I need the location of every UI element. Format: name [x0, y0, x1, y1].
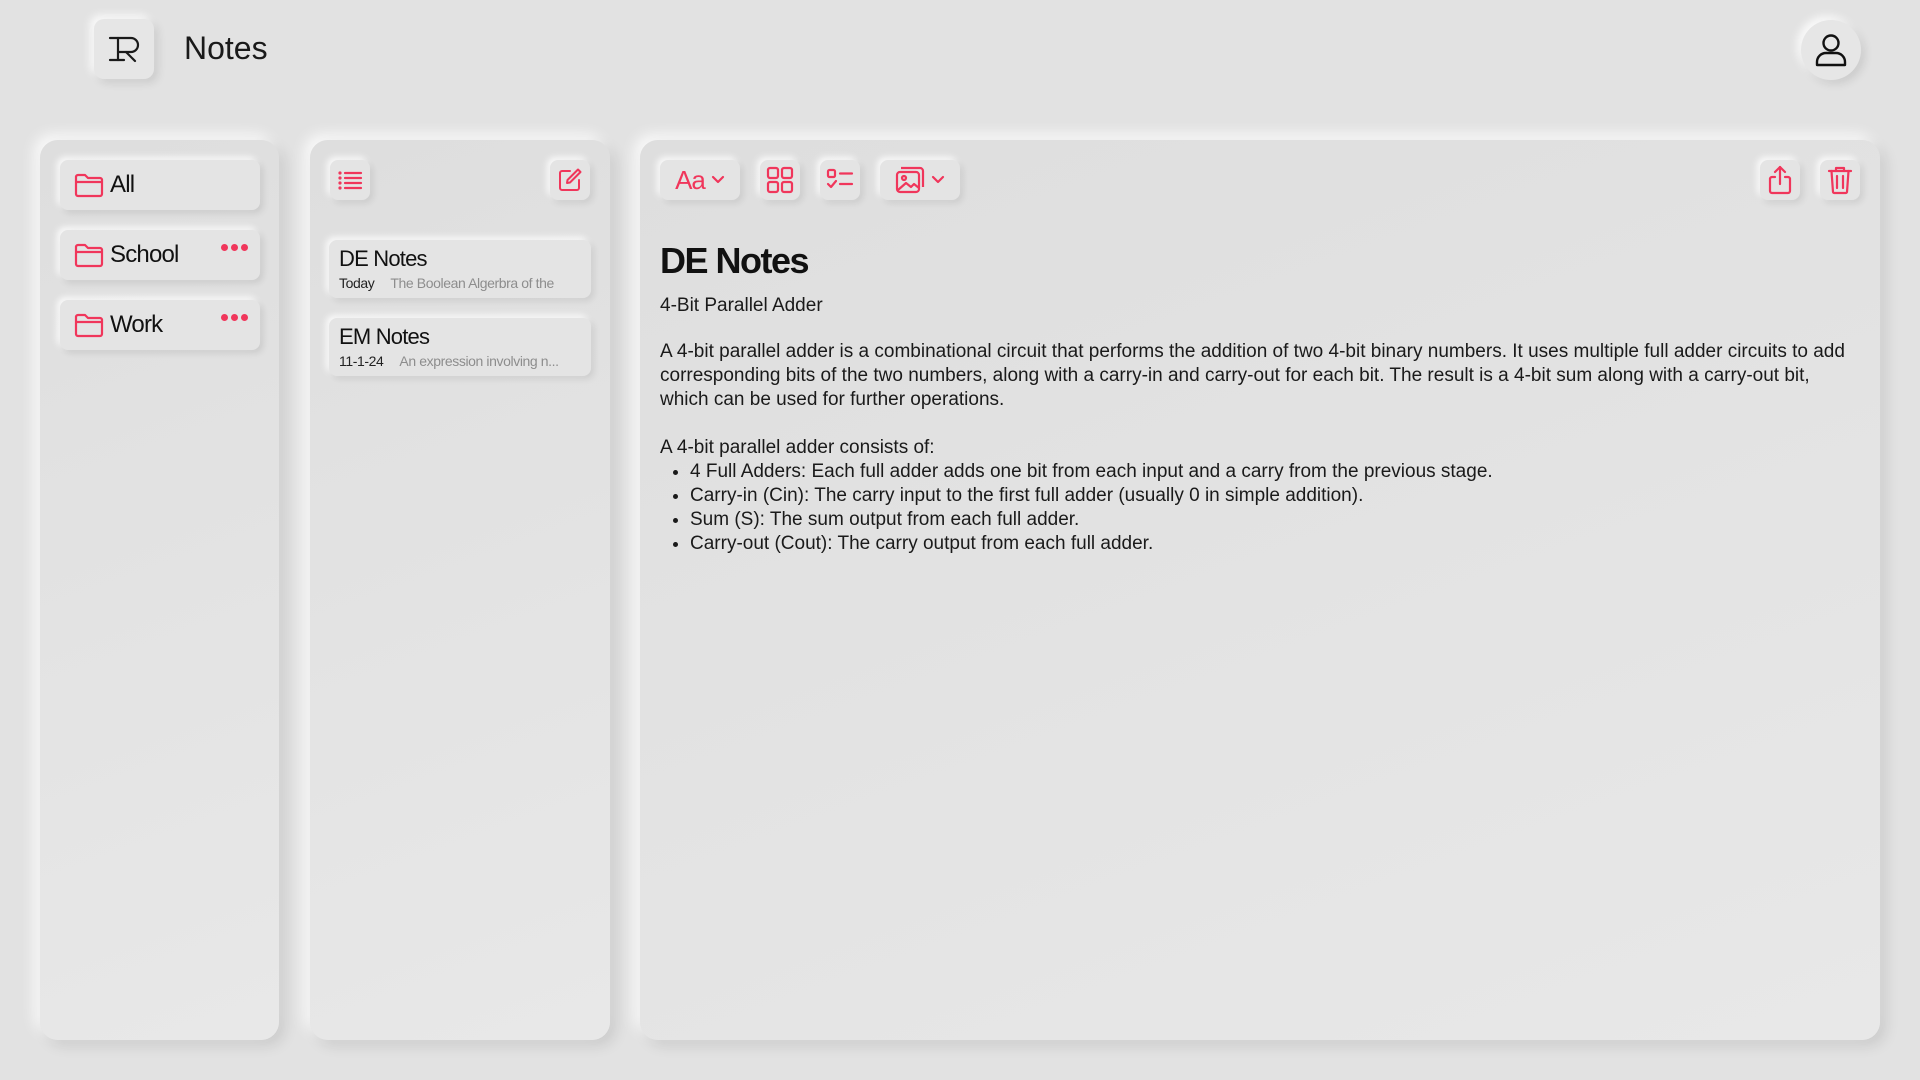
chevron-down-icon [931, 175, 945, 184]
document-list: 4 Full Adders: Each full adder adds one … [660, 460, 1860, 556]
note-date: 11-1-24 [339, 353, 384, 369]
insert-image-button[interactable] [880, 160, 960, 200]
more-options-icon[interactable] [221, 244, 248, 251]
logo-icon [108, 36, 140, 63]
trash-icon [1827, 166, 1853, 195]
note-preview: The Boolean Algerbra of the [390, 275, 554, 291]
document-title[interactable]: DE Notes [660, 240, 810, 282]
document-body[interactable]: A 4-bit parallel adder is a combinationa… [660, 340, 1860, 556]
more-options-icon[interactable] [221, 314, 248, 321]
note-title: DE Notes [339, 246, 428, 271]
note-item-em-notes[interactable]: EM Notes 11-1-24 An expression involving… [329, 318, 591, 376]
table-button[interactable] [760, 160, 800, 200]
app-title: Notes [184, 30, 268, 66]
notes-list-panel: DE Notes Today The Boolean Algerbra of t… [310, 140, 610, 1040]
folder-label: School [110, 241, 179, 268]
checklist-button[interactable] [820, 160, 860, 200]
note-item-de-notes[interactable]: DE Notes Today The Boolean Algerbra of t… [329, 240, 591, 298]
share-button[interactable] [1760, 160, 1800, 200]
folder-item-school[interactable]: School [60, 230, 260, 280]
folder-item-work[interactable]: Work [60, 300, 260, 350]
document-list-intro: A 4-bit parallel adder consists of: [660, 437, 935, 458]
app-logo[interactable] [94, 19, 154, 79]
user-icon [1815, 34, 1847, 67]
note-preview: An expression involving n... [399, 353, 559, 369]
list-view-button[interactable] [330, 160, 370, 200]
user-avatar[interactable] [1801, 20, 1861, 80]
text-format-icon: Aa [675, 164, 706, 195]
document-paragraph: A 4-bit parallel adder is a combinationa… [660, 341, 1845, 410]
note-title: EM Notes [339, 324, 430, 349]
folder-label: All [110, 171, 135, 198]
share-icon [1768, 165, 1792, 195]
document-subtitle[interactable]: 4-Bit Parallel Adder [660, 295, 823, 317]
list-item: Carry-in (Cin): The carry input to the f… [690, 484, 1860, 508]
list-item: Carry-out (Cout): The carry output from … [690, 532, 1860, 556]
new-note-button[interactable] [550, 160, 590, 200]
grid-icon [766, 166, 794, 194]
image-icon [895, 166, 925, 194]
checklist-icon [826, 168, 854, 189]
list-item: Sum (S): The sum output from each full a… [690, 508, 1860, 532]
folder-label: Work [110, 311, 163, 338]
compose-icon [559, 168, 582, 191]
folder-icon [74, 243, 104, 268]
folder-icon [74, 313, 104, 338]
note-date: Today [339, 275, 375, 291]
editor-panel: Aa DE Notes 4-Bit Parallel Adder A 4-bit… [640, 140, 1880, 1040]
list-item: 4 Full Adders: Each full adder adds one … [690, 460, 1860, 484]
text-format-button[interactable]: Aa [660, 160, 740, 200]
folder-icon [74, 173, 104, 198]
list-icon [338, 171, 363, 190]
folder-item-all[interactable]: All [60, 160, 260, 210]
chevron-down-icon [711, 175, 725, 184]
delete-button[interactable] [1820, 160, 1860, 200]
folders-panel: All School Work [40, 140, 279, 1040]
